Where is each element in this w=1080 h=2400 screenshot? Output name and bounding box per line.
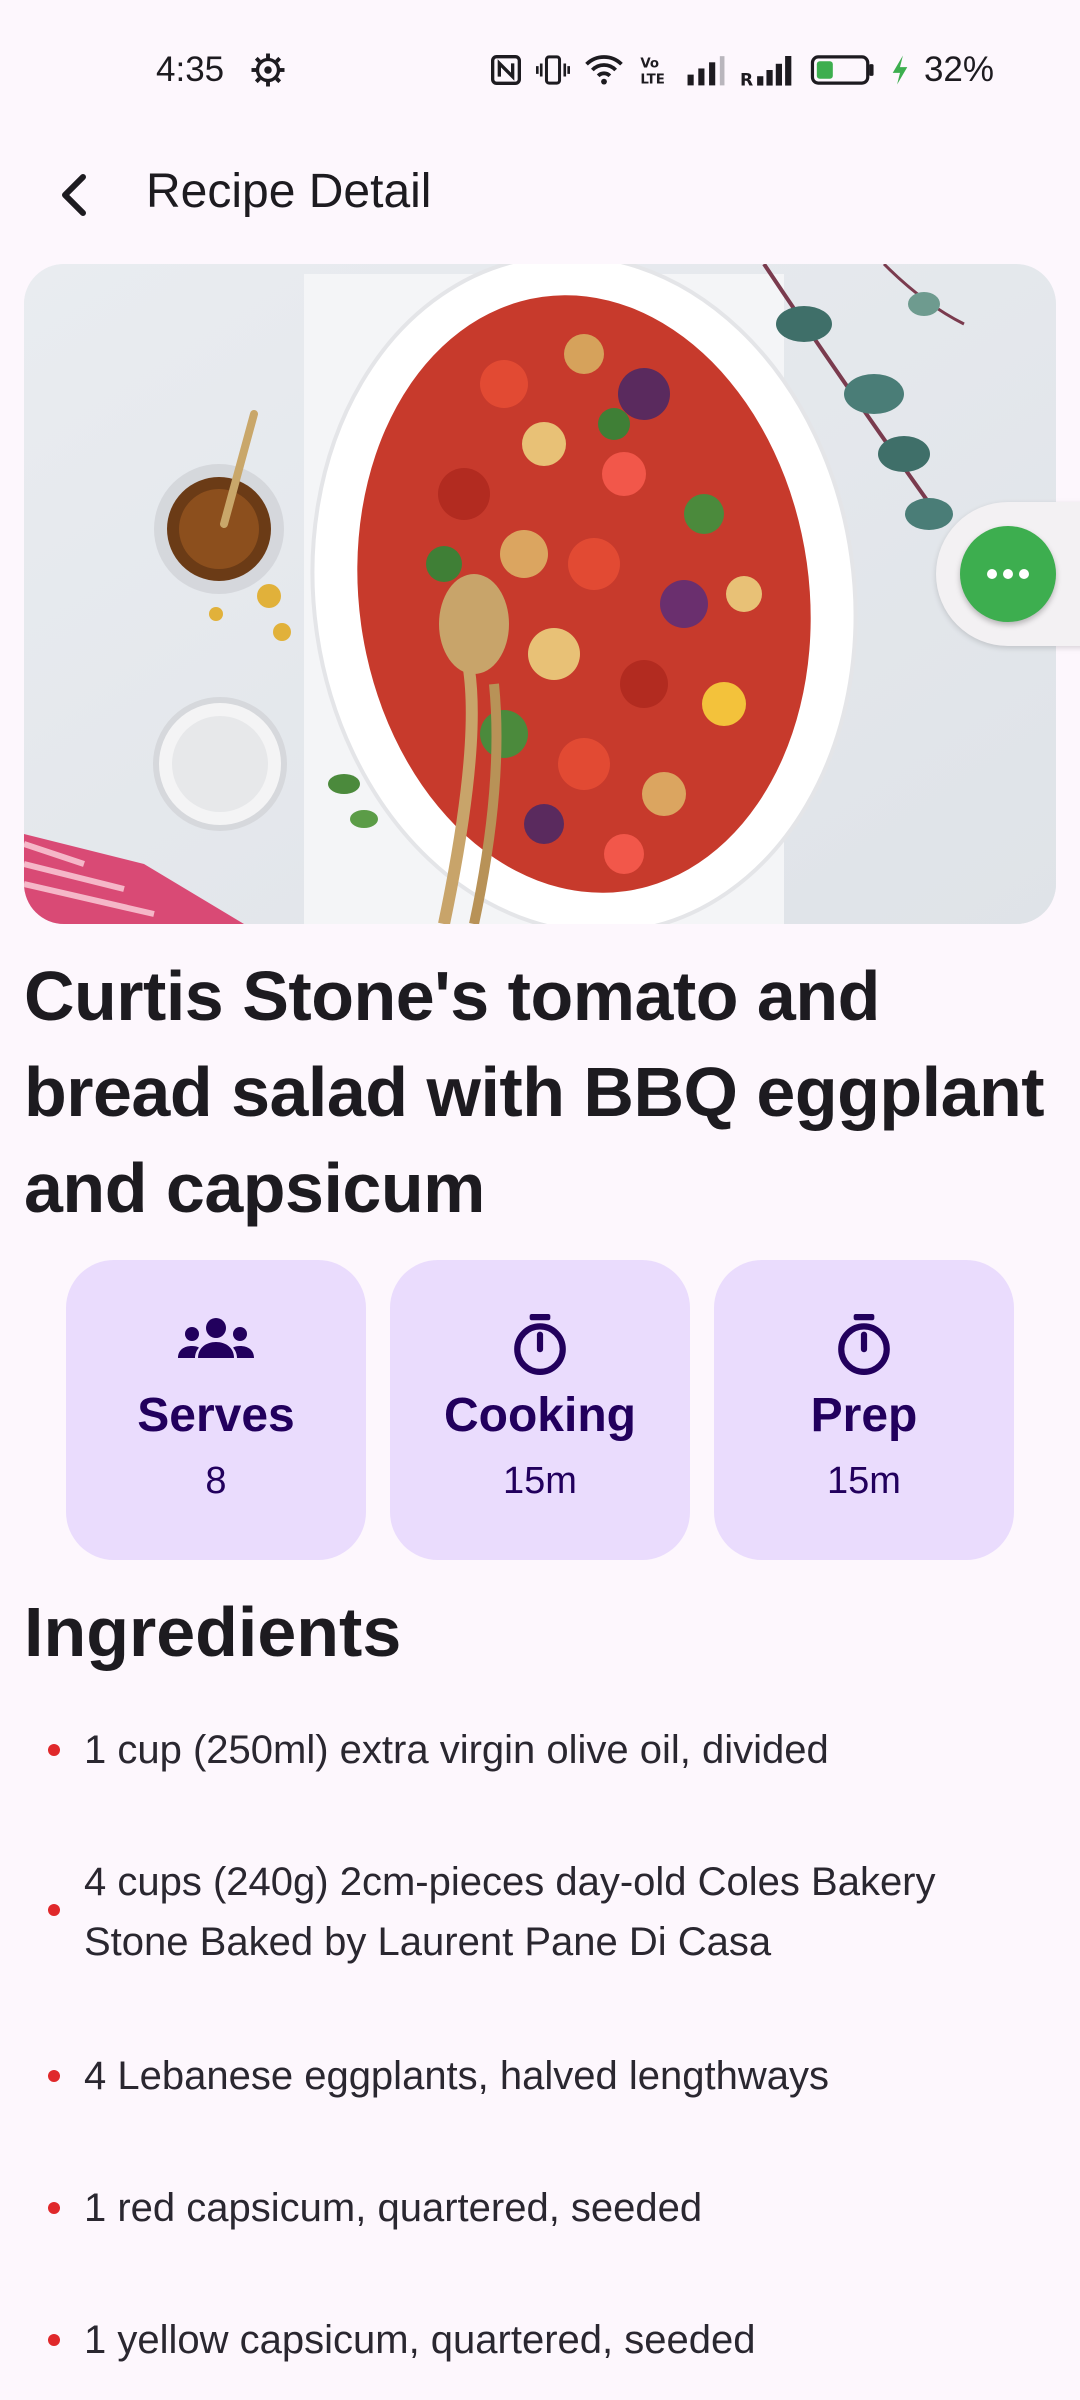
roaming-signal-icon: R bbox=[740, 54, 796, 86]
status-icons: Vo LTE R 32% bbox=[490, 50, 994, 89]
bullet-icon bbox=[48, 1904, 60, 1916]
ingredient-text: 4 Lebanese eggplants, halved lengthways bbox=[84, 2054, 829, 2098]
bullet-icon bbox=[48, 2070, 60, 2082]
info-card-label: Serves bbox=[137, 1389, 295, 1442]
people-icon bbox=[66, 1314, 366, 1378]
info-card-value: 8 bbox=[205, 1460, 227, 1502]
app-bar: Recipe Detail bbox=[0, 140, 1080, 250]
status-bar: 4:35 Vo LTE R 32% bbox=[0, 0, 1080, 120]
charging-icon bbox=[890, 54, 910, 86]
bullet-icon bbox=[48, 2202, 60, 2214]
ingredient-text: 1 yellow capsicum, quartered, seeded bbox=[84, 2318, 756, 2362]
info-card-value: 15m bbox=[503, 1460, 577, 1502]
svg-text:Vo: Vo bbox=[640, 56, 659, 71]
status-time: 4:35 bbox=[156, 50, 225, 89]
info-card-label: Prep bbox=[810, 1389, 918, 1442]
nfc-icon bbox=[490, 54, 522, 86]
svg-text:R: R bbox=[740, 71, 753, 86]
ingredient-text: 1 cup (250ml) extra virgin olive oil, di… bbox=[84, 1728, 829, 1772]
wifi-icon bbox=[584, 54, 624, 86]
settings-icon bbox=[250, 52, 286, 88]
ingredient-text: 1 red capsicum, quartered, seeded bbox=[84, 2186, 703, 2230]
ingredient-text: 4 cups (240g) 2cm-pieces day-old Coles B… bbox=[84, 1860, 936, 1964]
info-card-prep: Prep 15m bbox=[714, 1260, 1014, 1560]
battery-icon bbox=[810, 54, 876, 86]
page-title: Recipe Detail bbox=[146, 165, 432, 218]
info-card-value: 15m bbox=[827, 1460, 901, 1502]
signal-icon bbox=[686, 54, 726, 86]
vibrate-icon bbox=[535, 54, 570, 86]
info-card-label: Cooking bbox=[444, 1389, 636, 1442]
volte-icon: Vo LTE bbox=[638, 54, 672, 86]
info-card-cooking: Cooking 15m bbox=[390, 1260, 690, 1560]
timer-icon bbox=[390, 1314, 690, 1378]
info-card-serves: Serves 8 bbox=[66, 1260, 366, 1560]
battery-percent: 32% bbox=[923, 50, 994, 89]
ingredients-heading: Ingredients bbox=[24, 1593, 402, 1671]
back-arrow-icon[interactable] bbox=[40, 160, 110, 230]
more-horizontal-icon[interactable] bbox=[960, 526, 1056, 622]
timer-icon bbox=[714, 1314, 1014, 1378]
bullet-icon bbox=[48, 2334, 60, 2346]
recipe-title: Curtis Stone's tomato and bread salad wi… bbox=[24, 957, 1045, 1227]
recipe-image bbox=[24, 264, 1056, 924]
svg-text:LTE: LTE bbox=[640, 72, 664, 86]
bullet-icon bbox=[48, 1744, 60, 1756]
